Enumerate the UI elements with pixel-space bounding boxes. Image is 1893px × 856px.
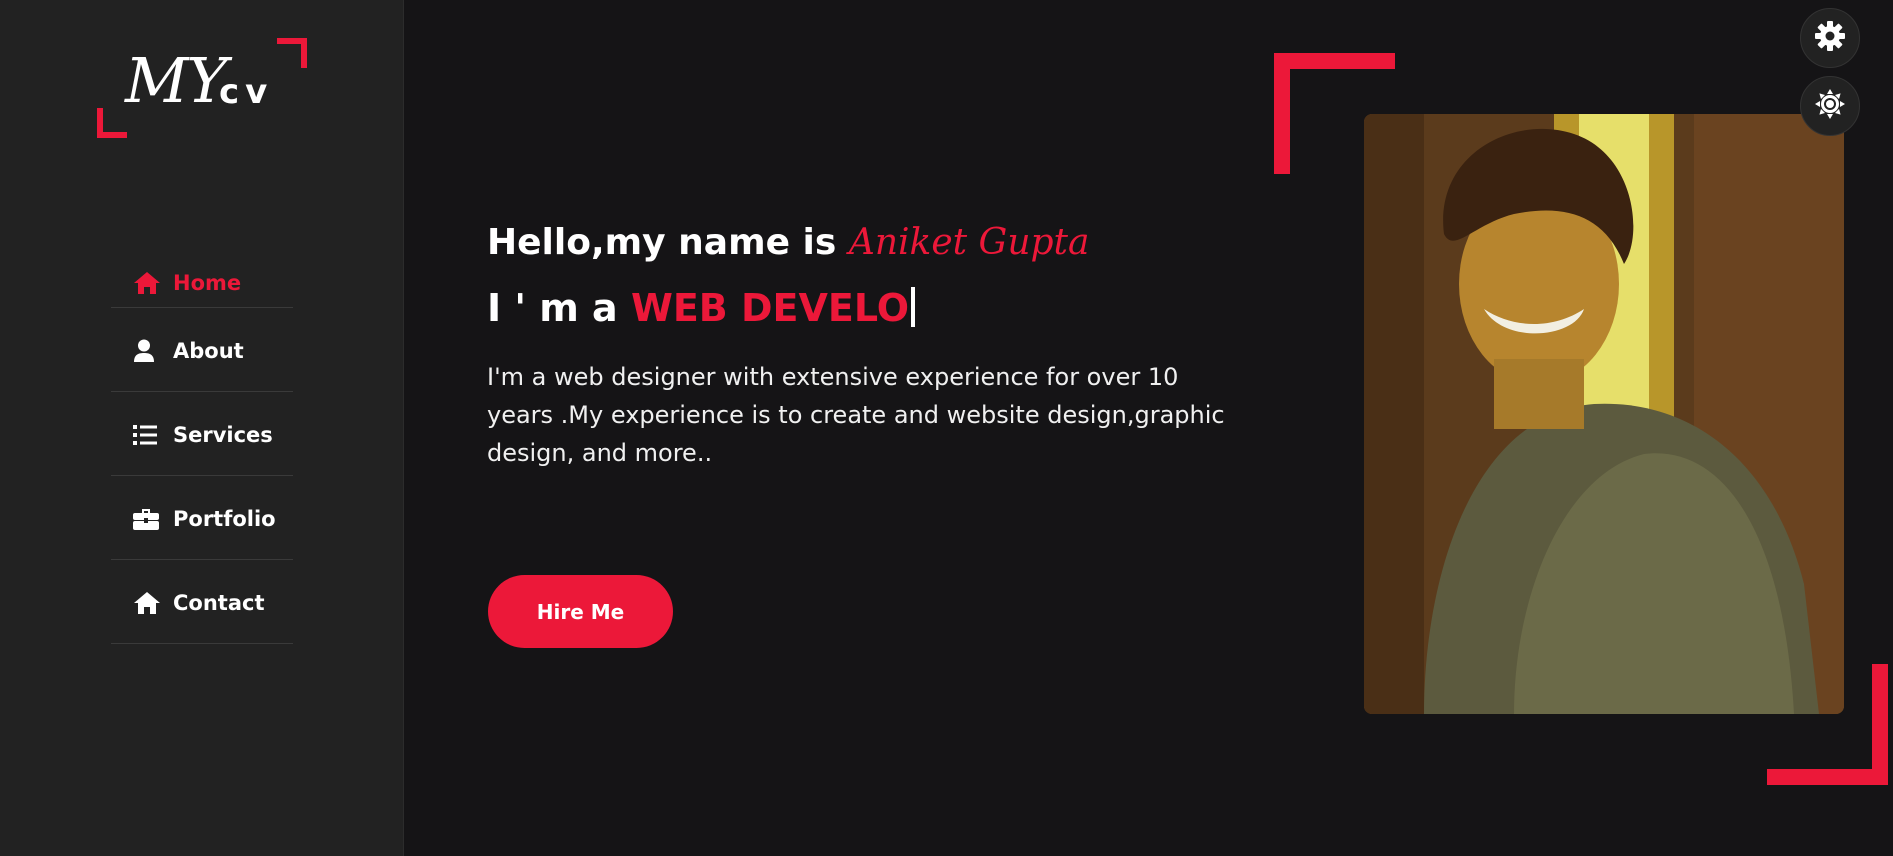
nav-item-contact[interactable]: Contact bbox=[111, 560, 293, 644]
briefcase-icon bbox=[133, 506, 163, 532]
logo-script-text: MY bbox=[125, 44, 227, 117]
nav-item-services[interactable]: Services bbox=[111, 392, 293, 476]
main-nav: Home About Services Portfolio Contact bbox=[111, 256, 293, 644]
sidebar: MY cv Home About Services Portfolio Cont… bbox=[0, 0, 404, 856]
gear-icon bbox=[1814, 20, 1846, 56]
intro-description: I'm a web designer with extensive experi… bbox=[487, 363, 1225, 467]
home-icon bbox=[133, 270, 163, 296]
theme-toggle-button[interactable] bbox=[1800, 76, 1860, 136]
nav-label-contact: Contact bbox=[173, 590, 265, 615]
role-prefix: I ' m a bbox=[487, 286, 631, 330]
logo-corner-bottom-left bbox=[97, 108, 127, 138]
typing-cursor bbox=[911, 287, 916, 327]
nav-label-home: Home bbox=[173, 270, 242, 295]
greeting-heading: Hello,my name is Aniket Gupta bbox=[487, 222, 1089, 263]
nav-label-services: Services bbox=[173, 422, 273, 447]
logo[interactable]: MY cv bbox=[97, 38, 307, 138]
home-icon bbox=[133, 590, 163, 616]
list-icon bbox=[133, 422, 163, 448]
nav-item-home[interactable]: Home bbox=[111, 256, 293, 308]
profile-photo bbox=[1364, 114, 1844, 714]
greeting-text: Hello,my name is bbox=[487, 222, 849, 263]
settings-button[interactable] bbox=[1800, 8, 1860, 68]
owner-name: Aniket Gupta bbox=[848, 222, 1090, 263]
nav-label-about: About bbox=[173, 338, 244, 363]
nav-item-about[interactable]: About bbox=[111, 308, 293, 392]
profile-photo-illustration bbox=[1364, 114, 1844, 714]
user-icon bbox=[133, 338, 163, 364]
logo-suffix-text: cv bbox=[219, 72, 274, 112]
nav-item-portfolio[interactable]: Portfolio bbox=[111, 476, 293, 560]
logo-corner-top-right bbox=[277, 38, 307, 68]
role-typed-text: WEB DEVELO bbox=[630, 286, 910, 330]
sun-icon bbox=[1814, 88, 1846, 124]
role-heading: I ' m a WEB DEVELO bbox=[487, 286, 916, 330]
hire-me-button[interactable]: Hire Me bbox=[488, 575, 673, 648]
nav-label-portfolio: Portfolio bbox=[173, 506, 276, 531]
